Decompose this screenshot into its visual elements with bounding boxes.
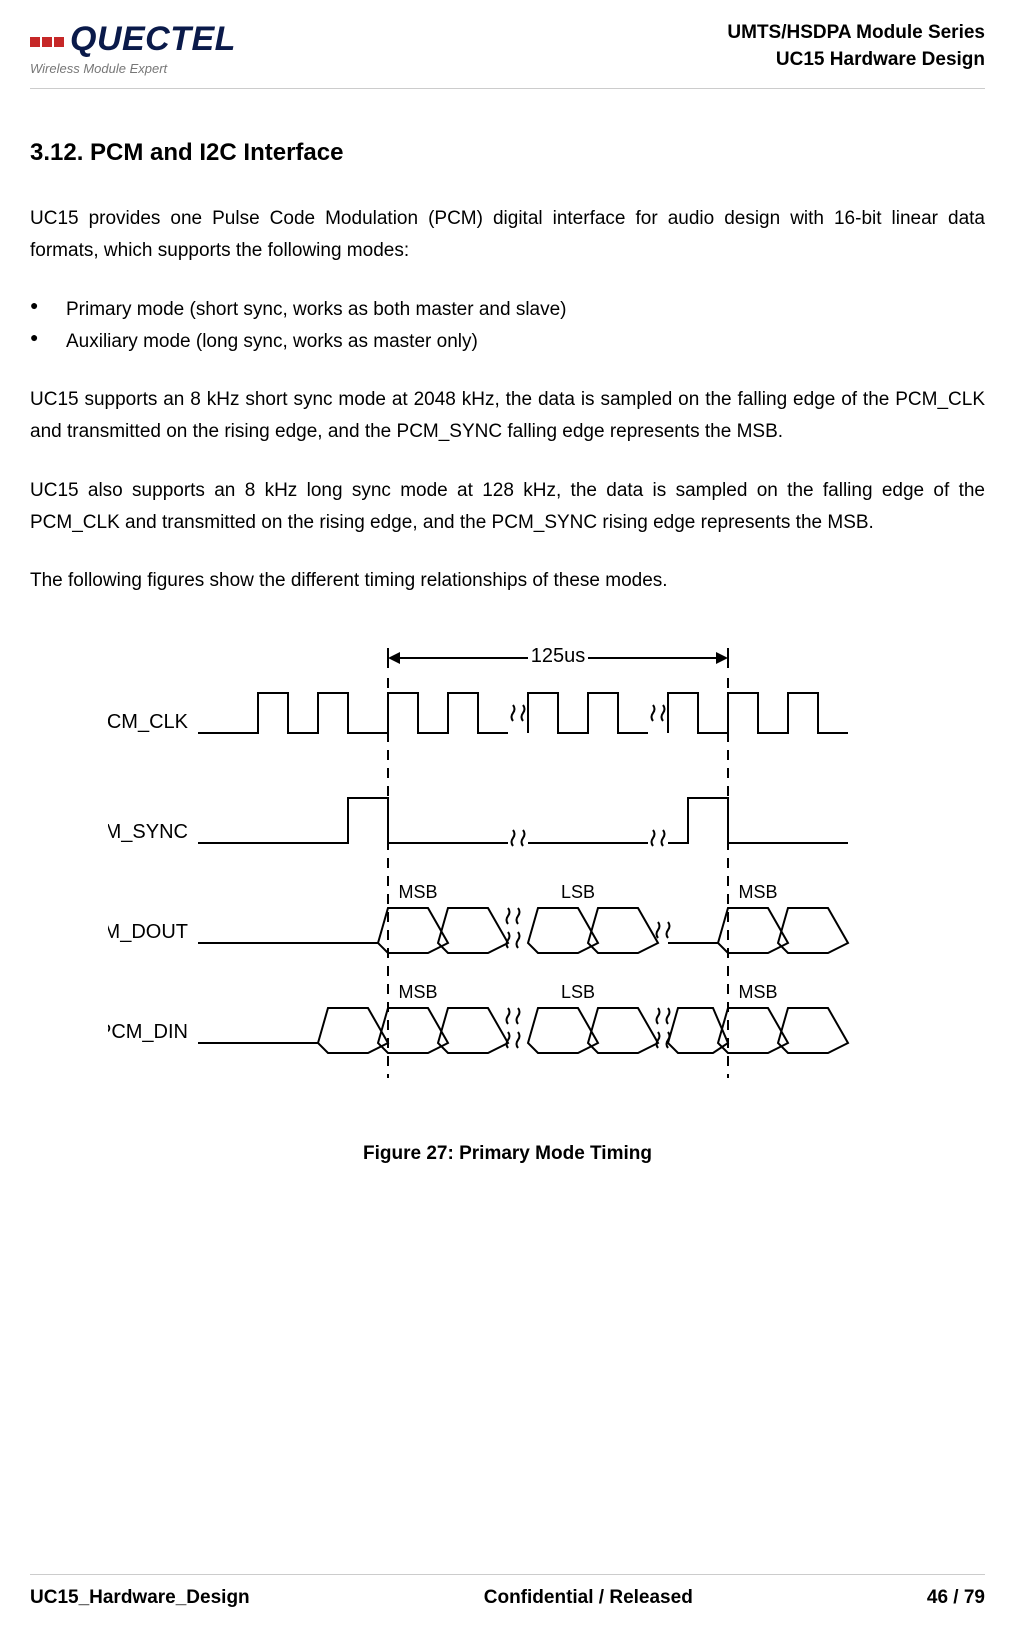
list-item: Auxiliary mode (long sync, works as mast…: [30, 326, 985, 358]
list-item: Primary mode (short sync, works as both …: [30, 294, 985, 326]
main-content: 3.12. PCM and I2C Interface UC15 provide…: [30, 89, 985, 1165]
header-right: UMTS/HSDPA Module Series UC15 Hardware D…: [727, 20, 985, 73]
logo-tagline: Wireless Module Expert: [30, 61, 236, 76]
timing-diagram-svg: 125us PCM_CLK PCM_SYNC PCM_DOUT MSB LSB: [108, 638, 908, 1098]
footer-right: 46 / 79: [927, 1587, 985, 1609]
logo-squares-icon: [30, 37, 64, 47]
signal-label-din: PCM_DIN: [108, 1021, 188, 1043]
paragraph-short-sync: UC15 supports an 8 kHz short sync mode a…: [30, 384, 985, 449]
logo-block: QUECTEL Wireless Module Expert: [30, 20, 236, 76]
logo-main: QUECTEL: [30, 20, 236, 59]
header-line-2: UC15 Hardware Design: [727, 47, 985, 74]
dout-lsb-label: LSB: [560, 882, 594, 902]
footer-center: Confidential / Released: [484, 1587, 693, 1609]
footer-left: UC15_Hardware_Design: [30, 1587, 250, 1609]
timing-diagram-container: 125us PCM_CLK PCM_SYNC PCM_DOUT MSB LSB: [30, 638, 985, 1165]
signal-label-clk: PCM_CLK: [108, 711, 189, 733]
header-line-1: UMTS/HSDPA Module Series: [727, 20, 985, 47]
figure-caption: Figure 27: Primary Mode Timing: [30, 1143, 985, 1165]
dout-msb-label: MSB: [398, 882, 437, 902]
intro-paragraph: UC15 provides one Pulse Code Modulation …: [30, 203, 985, 268]
din-lsb-label: LSB: [560, 982, 594, 1002]
paragraph-long-sync: UC15 also supports an 8 kHz long sync mo…: [30, 475, 985, 540]
signal-label-dout: PCM_DOUT: [108, 921, 188, 943]
period-marker: 125us: [388, 644, 728, 668]
mode-list: Primary mode (short sync, works as both …: [30, 294, 985, 359]
dout-msb2-label: MSB: [738, 882, 777, 902]
section-heading: 3.12. PCM and I2C Interface: [30, 139, 985, 167]
period-label: 125us: [530, 645, 585, 667]
paragraph-figures: The following figures show the different…: [30, 565, 985, 597]
timing-diagram: 125us PCM_CLK PCM_SYNC PCM_DOUT MSB LSB: [108, 638, 908, 1103]
signal-label-sync: PCM_SYNC: [108, 821, 188, 843]
din-msb-label: MSB: [398, 982, 437, 1002]
din-msb2-label: MSB: [738, 982, 777, 1002]
logo-text: QUECTEL: [70, 20, 236, 59]
page-footer: UC15_Hardware_Design Confidential / Rele…: [30, 1574, 985, 1609]
page-header: QUECTEL Wireless Module Expert UMTS/HSDP…: [30, 20, 985, 89]
